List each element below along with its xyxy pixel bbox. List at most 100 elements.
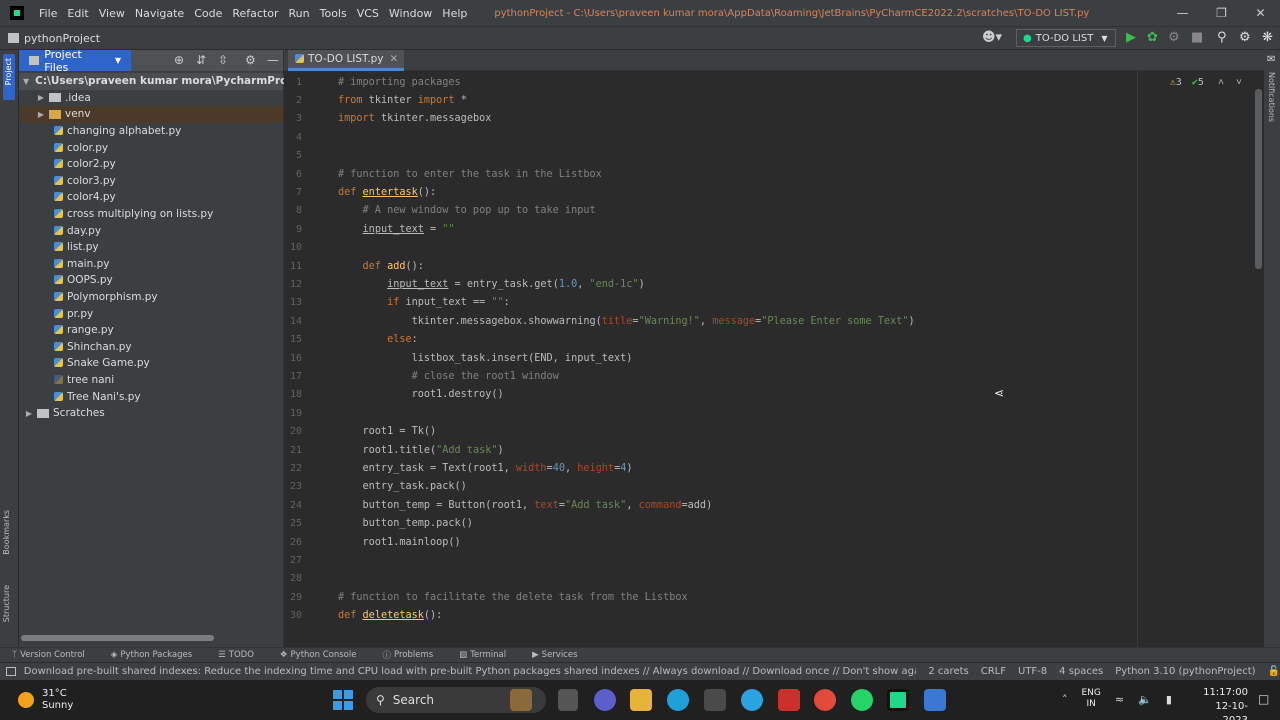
tree-item-file[interactable]: Polymorphism.py xyxy=(19,289,283,306)
status-interpreter[interactable]: Python 3.10 (pythonProject) xyxy=(1115,666,1255,677)
tree-item-file[interactable]: main.py xyxy=(19,256,283,273)
weather-widget[interactable]: 31°C Sunny xyxy=(18,688,138,712)
tool-todo[interactable]: ☰ TODO xyxy=(218,650,254,660)
bookmarks-tab[interactable]: Bookmarks xyxy=(2,510,11,555)
vertical-scrollbar[interactable] xyxy=(1255,89,1262,269)
tree-item-file[interactable]: range.py xyxy=(19,322,283,339)
tool-python-packages[interactable]: ◈ Python Packages xyxy=(111,650,192,660)
horizontal-scrollbar[interactable] xyxy=(21,635,214,641)
tool-problems[interactable]: ⓘ Problems xyxy=(382,649,433,661)
stop-icon[interactable]: ■ xyxy=(1191,30,1203,45)
tool-terminal[interactable]: ▧ Terminal xyxy=(459,650,506,660)
tree-item-file[interactable]: OOPS.py xyxy=(19,272,283,289)
mcafee-icon[interactable] xyxy=(778,689,800,711)
tree-item-file[interactable]: color4.py xyxy=(19,189,283,206)
notification-bell-icon[interactable]: ✉ xyxy=(1267,54,1275,65)
tree-item-file[interactable]: pr.py xyxy=(19,305,283,322)
collapse-all-icon[interactable]: ⇳ xyxy=(218,53,228,67)
menu-vcs[interactable]: VCS xyxy=(352,7,384,20)
expand-all-icon[interactable]: ⇵ xyxy=(196,53,206,67)
tree-item-file[interactable]: color3.py xyxy=(19,173,283,190)
tool-version-control[interactable]: ᛉ Version Control xyxy=(12,650,85,660)
store-icon[interactable] xyxy=(704,689,726,711)
tree-item-label: Polymorphism.py xyxy=(67,291,158,304)
widget-icon[interactable] xyxy=(510,689,532,711)
structure-tab[interactable]: Structure xyxy=(2,585,11,622)
close-icon[interactable]: ✕ xyxy=(1241,6,1280,20)
user-icon[interactable]: ☻▾ xyxy=(982,30,1002,45)
app-icon[interactable] xyxy=(741,689,763,711)
battery-icon[interactable]: ▮ xyxy=(1166,693,1172,706)
run-configuration-dropdown[interactable]: ● TO-DO LIST ▼ xyxy=(1016,29,1116,47)
maximize-icon[interactable]: ❐ xyxy=(1202,6,1241,20)
menu-file[interactable]: File xyxy=(34,7,62,20)
panel-toggle-icon[interactable] xyxy=(6,667,16,676)
breadcrumb-project[interactable]: pythonProject xyxy=(24,32,100,45)
menu-edit[interactable]: Edit xyxy=(62,7,93,20)
debug-icon[interactable]: ✿ xyxy=(1147,30,1158,45)
menu-navigate[interactable]: Navigate xyxy=(130,7,189,20)
search-icon[interactable]: ⚲ xyxy=(1217,30,1227,45)
tree-root[interactable]: ▼ C:\Users\praveen kumar mora\PycharmPro… xyxy=(19,73,298,90)
file-explorer-icon[interactable] xyxy=(630,689,652,711)
clock[interactable]: 11:17:00 12-10-2023 xyxy=(1190,686,1248,720)
jetbrains-icon[interactable]: ❋ xyxy=(1262,30,1273,45)
status-indent[interactable]: 4 spaces xyxy=(1059,666,1103,677)
code-area[interactable]: ⚠3 ✔5 ˄ ˅ 1 # importing packages 2 from tk… xyxy=(284,71,1264,647)
tree-item-file[interactable]: Snake Game.py xyxy=(19,355,283,372)
coverage-icon[interactable]: ⚙ xyxy=(1168,30,1180,45)
windows-start-icon[interactable] xyxy=(333,690,353,710)
tree-item-file[interactable]: Tree Nani's.py xyxy=(19,388,283,405)
tool-services[interactable]: ▶ Services xyxy=(532,650,577,660)
project-tool-tab[interactable]: Project xyxy=(3,54,15,100)
tree-item-file[interactable]: cross multiplying on lists.py xyxy=(19,206,283,223)
tree-item-file[interactable]: changing alphabet.py xyxy=(19,123,283,140)
menu-tools[interactable]: Tools xyxy=(315,7,352,20)
status-carets[interactable]: 2 carets xyxy=(928,666,968,677)
notifications-tab[interactable]: Notifications xyxy=(1267,72,1276,122)
chevron-up-icon[interactable]: ˄ xyxy=(1062,693,1068,706)
status-encoding[interactable]: UTF-8 xyxy=(1018,666,1047,677)
menu-run[interactable]: Run xyxy=(284,7,315,20)
tree-item-file[interactable]: list.py xyxy=(19,239,283,256)
hide-icon[interactable]: — xyxy=(267,53,279,67)
menu-refactor[interactable]: Refactor xyxy=(227,7,283,20)
settings-icon[interactable]: ⚙ xyxy=(1239,30,1251,45)
tree-item-file[interactable]: day.py xyxy=(19,222,283,239)
notification-icon[interactable]: □ xyxy=(1258,692,1269,706)
pycharm-logo-icon[interactable] xyxy=(10,6,24,20)
tool-python-console[interactable]: ❖ Python Console xyxy=(280,650,357,660)
wifi-icon[interactable]: ≈ xyxy=(1115,693,1124,706)
edge-icon[interactable] xyxy=(667,689,689,711)
locate-icon[interactable]: ⊕ xyxy=(174,53,184,67)
tree-item-venv[interactable]: ▶ venv xyxy=(19,106,283,123)
editor-tab-active[interactable]: TO-DO LIST.py ✕ xyxy=(288,50,405,71)
tree-item-scratches[interactable]: ▶ Scratches xyxy=(19,405,283,422)
project-view-selector[interactable]: Project Files ▼ xyxy=(19,48,131,74)
menu-code[interactable]: Code xyxy=(189,7,227,20)
tree-item-file[interactable]: color.py xyxy=(19,139,283,156)
pycharm-icon[interactable] xyxy=(887,689,909,711)
language-indicator[interactable]: ENG IN xyxy=(1082,688,1101,710)
menu-help[interactable]: Help xyxy=(437,7,472,20)
status-line-separator[interactable]: CRLF xyxy=(981,666,1006,677)
tree-item-file[interactable]: color2.py xyxy=(19,156,283,173)
chat-icon[interactable] xyxy=(594,689,616,711)
menu-window[interactable]: Window xyxy=(384,7,437,20)
whatsapp-icon[interactable] xyxy=(851,689,873,711)
task-view-icon[interactable] xyxy=(558,689,578,711)
tree-item-file[interactable]: Shinchan.py xyxy=(19,339,283,356)
tree-item-idea[interactable]: ▶ .idea xyxy=(19,90,283,107)
tree-item-file[interactable]: tree nani xyxy=(19,372,283,389)
run-icon[interactable]: ▶ xyxy=(1126,30,1136,45)
app-window-icon[interactable] xyxy=(924,689,946,711)
minimize-icon[interactable]: — xyxy=(1163,6,1202,20)
chrome-icon[interactable] xyxy=(814,689,836,711)
gear-icon[interactable]: ⚙ xyxy=(245,53,256,67)
volume-icon[interactable]: 🔈 xyxy=(1138,693,1152,706)
status-message[interactable]: Download pre-built shared indexes: Reduc… xyxy=(24,666,917,677)
close-tab-icon[interactable]: ✕ xyxy=(389,53,398,65)
python-run-icon: ● xyxy=(1023,32,1032,44)
lock-icon[interactable]: 🔓 xyxy=(1268,666,1280,677)
menu-view[interactable]: View xyxy=(94,7,130,20)
